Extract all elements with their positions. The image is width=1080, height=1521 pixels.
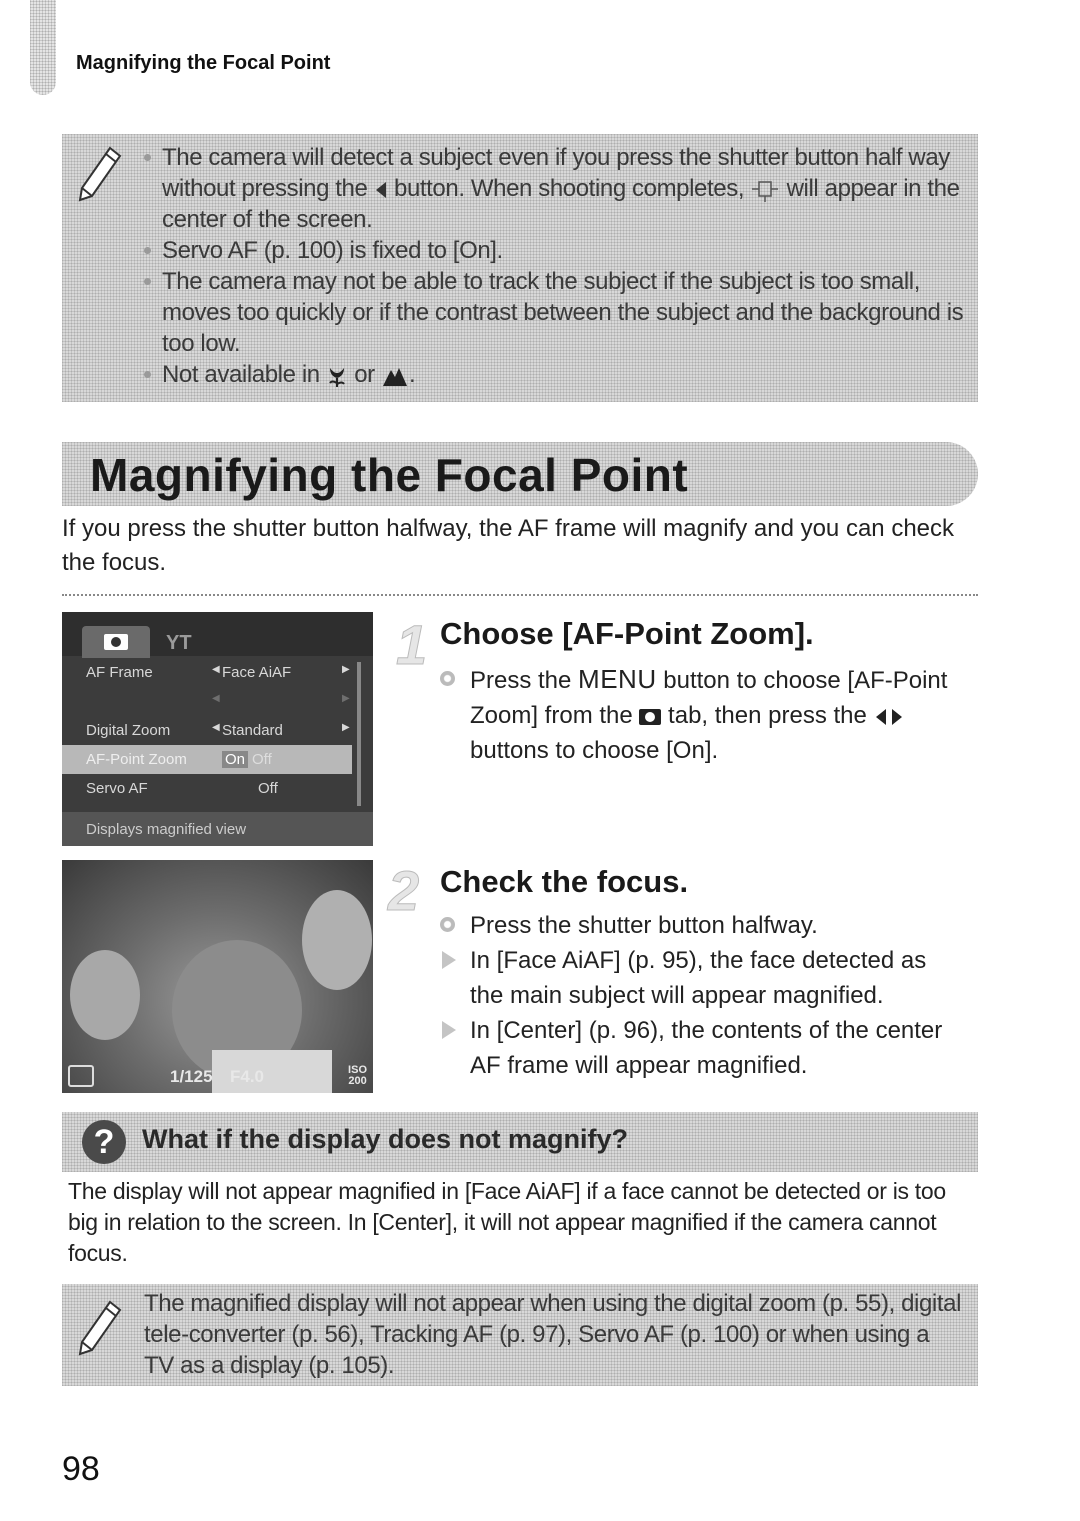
iso-readout: ISO 200 — [348, 1064, 367, 1087]
action-bullet-icon — [440, 671, 455, 686]
arrow-left-icon: ◀ — [212, 693, 220, 704]
arrow-right-icon: ▶ — [342, 664, 350, 675]
chapter-thumb-tab — [30, 0, 56, 95]
macro-tulip-icon — [329, 367, 345, 387]
menu-rows: AF Frame ◀ Face AiAF ▶ ◀ ▶ Digital Zoom … — [62, 658, 352, 803]
left-arrow-button-icon — [375, 181, 386, 198]
arrow-right-icon: ▶ — [342, 722, 350, 733]
settings-tab-icon: YT — [166, 632, 192, 654]
step-bullet: In [Face AiAF] (p. 95), the face detecte… — [438, 943, 958, 1013]
note-item: Not available in or . — [62, 359, 978, 390]
bullet-icon — [144, 154, 151, 161]
step-title: Check the focus. — [440, 864, 689, 899]
section-banner: Magnifying the Focal Point — [62, 442, 978, 506]
result-arrow-icon — [442, 951, 456, 969]
camera-tab-icon — [639, 709, 662, 725]
left-right-arrows-icon — [875, 708, 902, 725]
bullet-icon — [144, 371, 151, 378]
camera-tab-icon — [104, 634, 128, 650]
infinity-mountain-icon — [383, 367, 408, 386]
menu-button-label: MENU — [578, 664, 657, 694]
shooting-mode-icon — [68, 1065, 94, 1087]
step-title: Choose [AF-Point Zoom]. — [440, 616, 814, 651]
step-bullets: Press the shutter button halfway. In [Fa… — [438, 908, 958, 1083]
arrow-left-icon: ◀ — [212, 722, 220, 733]
note-item: The camera may not be able to track the … — [62, 266, 978, 359]
bullet-icon — [144, 247, 151, 254]
step-bullet: Press the shutter button halfway. — [438, 908, 958, 943]
menu-row: Digital Zoom ◀ Standard ▶ — [86, 722, 350, 739]
faq-body: The display will not appear magnified in… — [68, 1178, 946, 1266]
menu-row: Servo AF Off — [86, 780, 278, 797]
menu-help-bar: Displays magnified view — [62, 812, 373, 846]
bottom-note-text: The magnified display will not appear wh… — [144, 1290, 962, 1379]
running-head: Magnifying the Focal Point — [76, 52, 331, 74]
step-number: 2 — [387, 859, 420, 923]
menu-row: AF Frame ◀ Face AiAF ▶ — [86, 664, 350, 681]
camera-menu-screenshot: YT AF Frame ◀ Face AiAF ▶ ◀ ▶ Digital Zo… — [62, 612, 373, 846]
shutter-speed-readout: 1/125 — [170, 1067, 213, 1086]
step-bullets: Press the MENU button to choose [AF-Poin… — [438, 662, 958, 768]
result-arrow-icon — [442, 1021, 456, 1039]
page-number: 98 — [62, 1450, 100, 1488]
question-icon: ? — [82, 1120, 126, 1164]
menu-scrollbar — [357, 662, 361, 806]
section-intro: If you press the shutter button halfway,… — [62, 515, 955, 576]
aperture-readout: F4.0 — [230, 1067, 265, 1086]
top-note-box: The camera will detect a subject even if… — [62, 134, 978, 402]
section-divider — [62, 594, 978, 596]
bottom-note-box: The magnified display will not appear wh… — [62, 1284, 978, 1386]
step-bullet: In [Center] (p. 96), the contents of the… — [438, 1013, 958, 1083]
menu-row-selected: AF-Point Zoom On Off — [62, 745, 352, 774]
arrow-right-icon: ▶ — [342, 693, 350, 704]
menu-tab-bar: YT — [62, 612, 373, 658]
note-item: The camera will detect a subject even if… — [62, 142, 978, 235]
faq-bar: ? What if the display does not magnify? — [62, 1112, 978, 1172]
pencil-icon — [78, 1300, 122, 1356]
arrow-left-icon: ◀ — [212, 664, 220, 675]
section-title: Magnifying the Focal Point — [90, 449, 689, 501]
faq-title: What if the display does not magnify? — [142, 1124, 629, 1154]
focus-example-photo: 1/125 F4.0 ISO 200 — [62, 860, 373, 1093]
camera-tab — [82, 626, 150, 658]
note-item: Servo AF (p. 100) is fixed to [On]. — [62, 235, 978, 266]
step-bullet: Press the MENU button to choose [AF-Poin… — [438, 662, 958, 768]
step-number: 1 — [395, 613, 428, 677]
af-frame-icon — [752, 180, 779, 202]
bullet-icon — [144, 278, 151, 285]
action-bullet-icon — [440, 917, 455, 932]
menu-row: ◀ ▶ — [62, 687, 352, 716]
